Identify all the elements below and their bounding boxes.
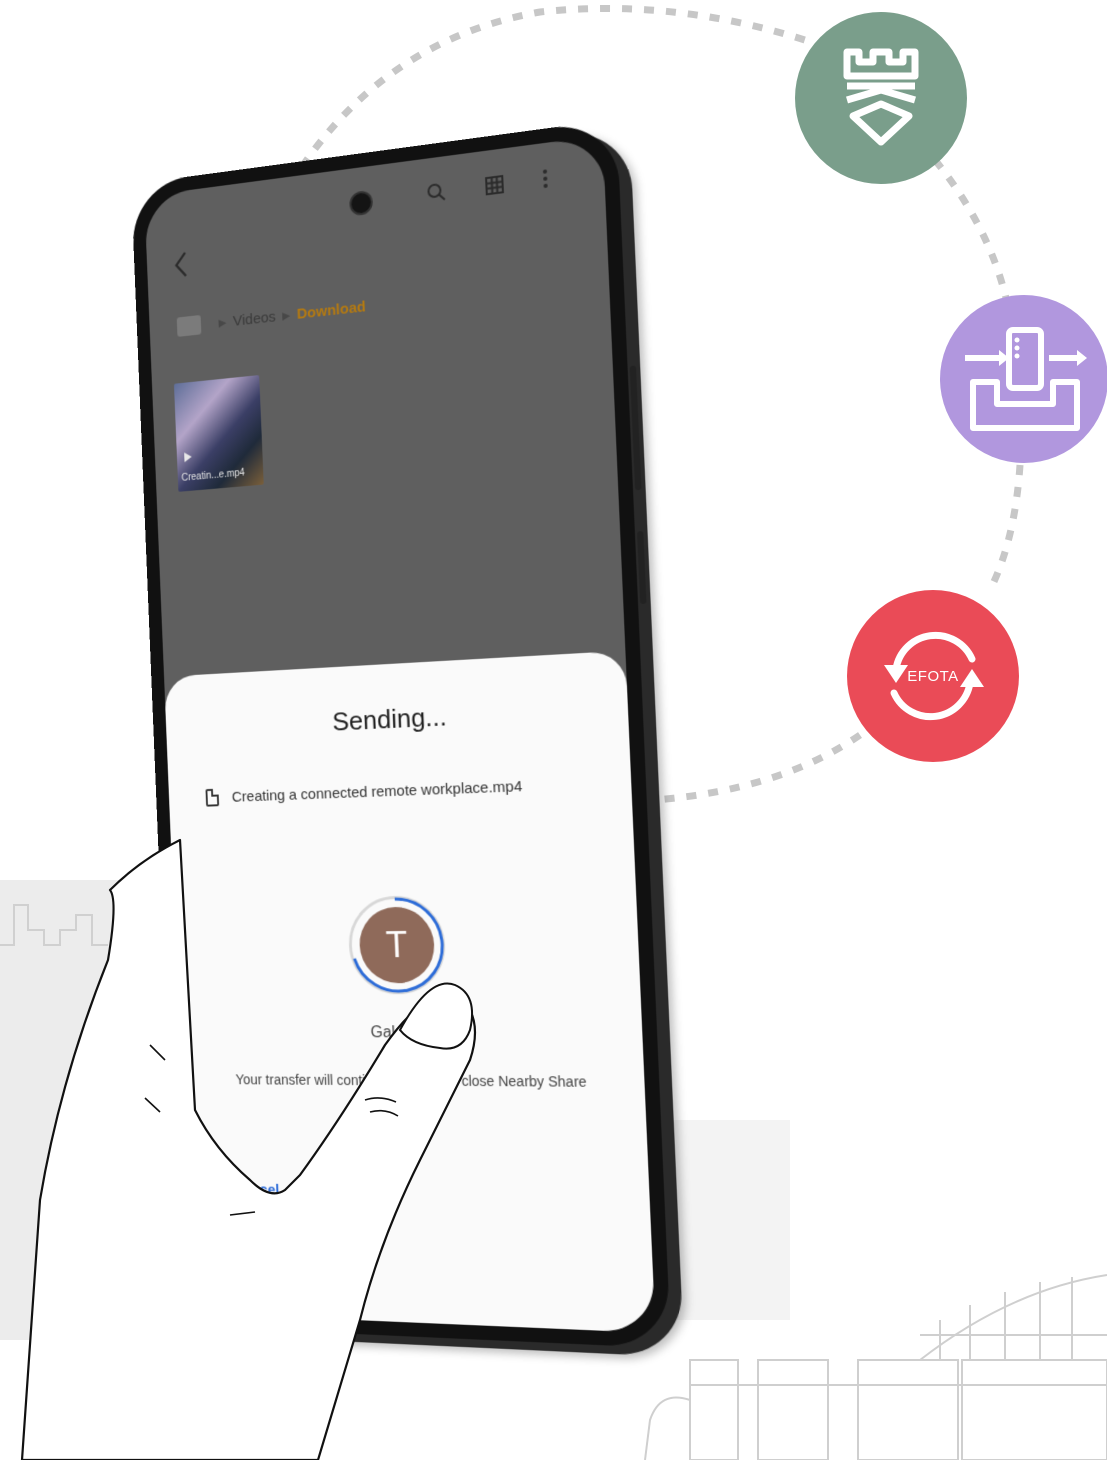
illustration-scene: EFOTA ▶ Videos ▶ Download Creatin...e.mp… xyxy=(0,0,1107,1460)
knox-security-badge xyxy=(795,12,967,184)
phone-screen: ▶ Videos ▶ Download Creatin...e.mp4 Send… xyxy=(144,135,656,1334)
file-icon xyxy=(205,788,220,807)
back-icon[interactable] xyxy=(166,244,195,286)
file-row: Creating a connected remote workplace.mp… xyxy=(205,777,523,807)
breadcrumb-separator-icon: ▶ xyxy=(282,309,291,322)
file-name: Creating a connected remote workplace.mp… xyxy=(231,777,523,806)
shield-castle-icon xyxy=(843,48,919,146)
phone-in-box-icon xyxy=(965,327,1087,431)
breadcrumb-separator-icon: ▶ xyxy=(218,316,227,329)
breadcrumb-videos[interactable]: Videos xyxy=(233,308,276,329)
folder-home-icon[interactable] xyxy=(176,314,202,337)
thumbnail-label: Creatin...e.mp4 xyxy=(181,467,246,484)
knox-deployment-badge xyxy=(940,295,1107,463)
transfer-note-start: Your transfer will contin xyxy=(235,1071,374,1089)
transfer-note: Your transfer will contin close Nearby Sh… xyxy=(197,1071,630,1090)
play-icon xyxy=(184,451,192,463)
search-icon[interactable] xyxy=(421,176,452,210)
breadcrumb-download[interactable]: Download xyxy=(297,298,367,322)
grid-view-icon[interactable] xyxy=(479,168,511,202)
phone: ▶ Videos ▶ Download Creatin...e.mp4 Send… xyxy=(131,118,672,1349)
more-options-icon[interactable] xyxy=(529,161,561,195)
efota-label: EFOTA xyxy=(907,667,959,685)
nearby-share-sheet: Sending... Creating a connected remote w… xyxy=(164,650,656,1334)
video-thumbnail[interactable]: Creatin...e.mp4 xyxy=(173,375,264,492)
sheet-title: Sending... xyxy=(331,701,448,737)
cancel-button[interactable]: Cancel xyxy=(233,1181,280,1199)
transfer-note-end: close Nearby Share xyxy=(461,1072,587,1090)
front-camera xyxy=(349,189,374,217)
device-name: Galaxy S xyxy=(370,1024,435,1042)
efota-badge: EFOTA xyxy=(847,590,1019,762)
avatar-progress-ring: T xyxy=(346,895,448,995)
breadcrumb: ▶ Videos ▶ Download xyxy=(176,296,367,337)
